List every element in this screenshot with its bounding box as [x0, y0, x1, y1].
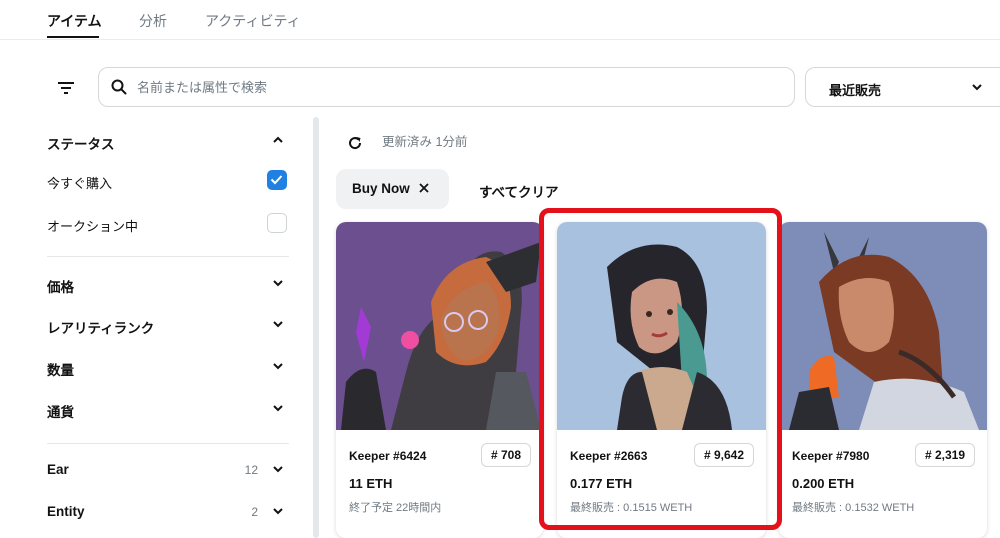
nft-price: 11 ETH [349, 476, 393, 491]
divider [47, 256, 289, 257]
filter-sidebar: ステータス 今すぐ購入 オークション中 価格 レアリティランク 数量 通貨 Ea… [0, 115, 312, 538]
trait-label: Ear [47, 462, 69, 477]
nft-image[interactable] [779, 222, 987, 430]
filter-label: 通貨 [47, 405, 74, 420]
search-box [98, 67, 795, 107]
chevron-down-icon [273, 405, 283, 412]
chevron-down-icon [273, 363, 283, 370]
search-input[interactable] [137, 77, 777, 97]
nft-subtext: 最終販売 : 0.1532 WETH [792, 502, 915, 514]
search-icon [111, 79, 127, 95]
rarity-rank-badge: # 2,319 [914, 443, 975, 467]
tab-items[interactable]: アイテム [47, 11, 102, 31]
last-updated-text: 更新済み 1分前 [382, 135, 468, 149]
status-option-label: 今すぐ購入 [47, 176, 113, 191]
rarity-rank-badge: # 708 [480, 443, 531, 467]
status-option-buy-now[interactable]: 今すぐ購入 [47, 169, 292, 193]
filter-icon [58, 82, 74, 94]
tab-activity[interactable]: アクティビティ [205, 11, 301, 31]
status-option-on-auction[interactable]: オークション中 [47, 212, 292, 236]
filter-label: 価格 [47, 280, 74, 295]
sidebar-scrollbar[interactable] [313, 117, 319, 538]
nft-name: Keeper #6424 [349, 449, 427, 463]
filter-quantity[interactable]: 数量 [47, 355, 292, 379]
nft-card[interactable]: Keeper #7980 # 2,319 0.200 ETH 最終販売 : 0.… [779, 222, 987, 538]
filter-price[interactable]: 価格 [47, 272, 292, 296]
filter-label: レアリティランク [47, 321, 155, 336]
character-artwork [341, 242, 541, 430]
trait-ear[interactable]: Ear 12 [47, 458, 292, 482]
status-section-header[interactable]: ステータス [47, 129, 292, 153]
active-filter-label: Buy Now [352, 181, 410, 196]
active-filter-chip[interactable]: Buy Now [336, 169, 449, 209]
filter-rarity-rank[interactable]: レアリティランク [47, 313, 292, 337]
chevron-down-icon [972, 84, 982, 91]
filter-toggle-button[interactable] [52, 74, 80, 102]
nft-card[interactable]: Keeper #6424 # 708 11 ETH 終了予定 22時間内 [336, 222, 543, 538]
chevron-up-icon [273, 136, 283, 143]
nft-name: Keeper #7980 [792, 449, 870, 463]
divider [47, 443, 289, 444]
tab-analytics[interactable]: 分析 [139, 11, 167, 31]
trait-entity[interactable]: Entity 2 [47, 500, 292, 524]
nft-subtext: 終了予定 22時間内 [349, 502, 442, 514]
chevron-down-icon [273, 508, 283, 515]
sort-dropdown[interactable]: 最近販売 [805, 67, 1000, 107]
chevron-down-icon [273, 466, 283, 473]
chevron-down-icon [273, 321, 283, 328]
status-option-label: オークション中 [47, 219, 139, 234]
status-title: ステータス [47, 137, 115, 152]
character-artwork [789, 232, 979, 430]
trait-count: 2 [251, 505, 258, 519]
buy-now-checkbox[interactable] [267, 170, 287, 190]
tab-bar: アイテム 分析 アクティビティ [0, 0, 1000, 40]
on-auction-checkbox[interactable] [267, 213, 287, 233]
clear-all-button[interactable]: すべてクリア [479, 181, 559, 201]
check-icon [270, 175, 283, 185]
nft-image[interactable] [336, 222, 543, 430]
chevron-down-icon [273, 280, 283, 287]
active-tab-indicator [47, 36, 99, 38]
selection-highlight [539, 208, 782, 530]
refresh-icon[interactable] [347, 135, 363, 151]
filter-label: 数量 [47, 363, 74, 378]
trait-label: Entity [47, 504, 85, 519]
filter-currency[interactable]: 通貨 [47, 397, 292, 421]
close-icon[interactable] [418, 182, 430, 194]
trait-count: 12 [244, 463, 258, 477]
nft-price: 0.200 ETH [792, 476, 855, 491]
sort-selected-label: 最近販売 [829, 83, 882, 98]
